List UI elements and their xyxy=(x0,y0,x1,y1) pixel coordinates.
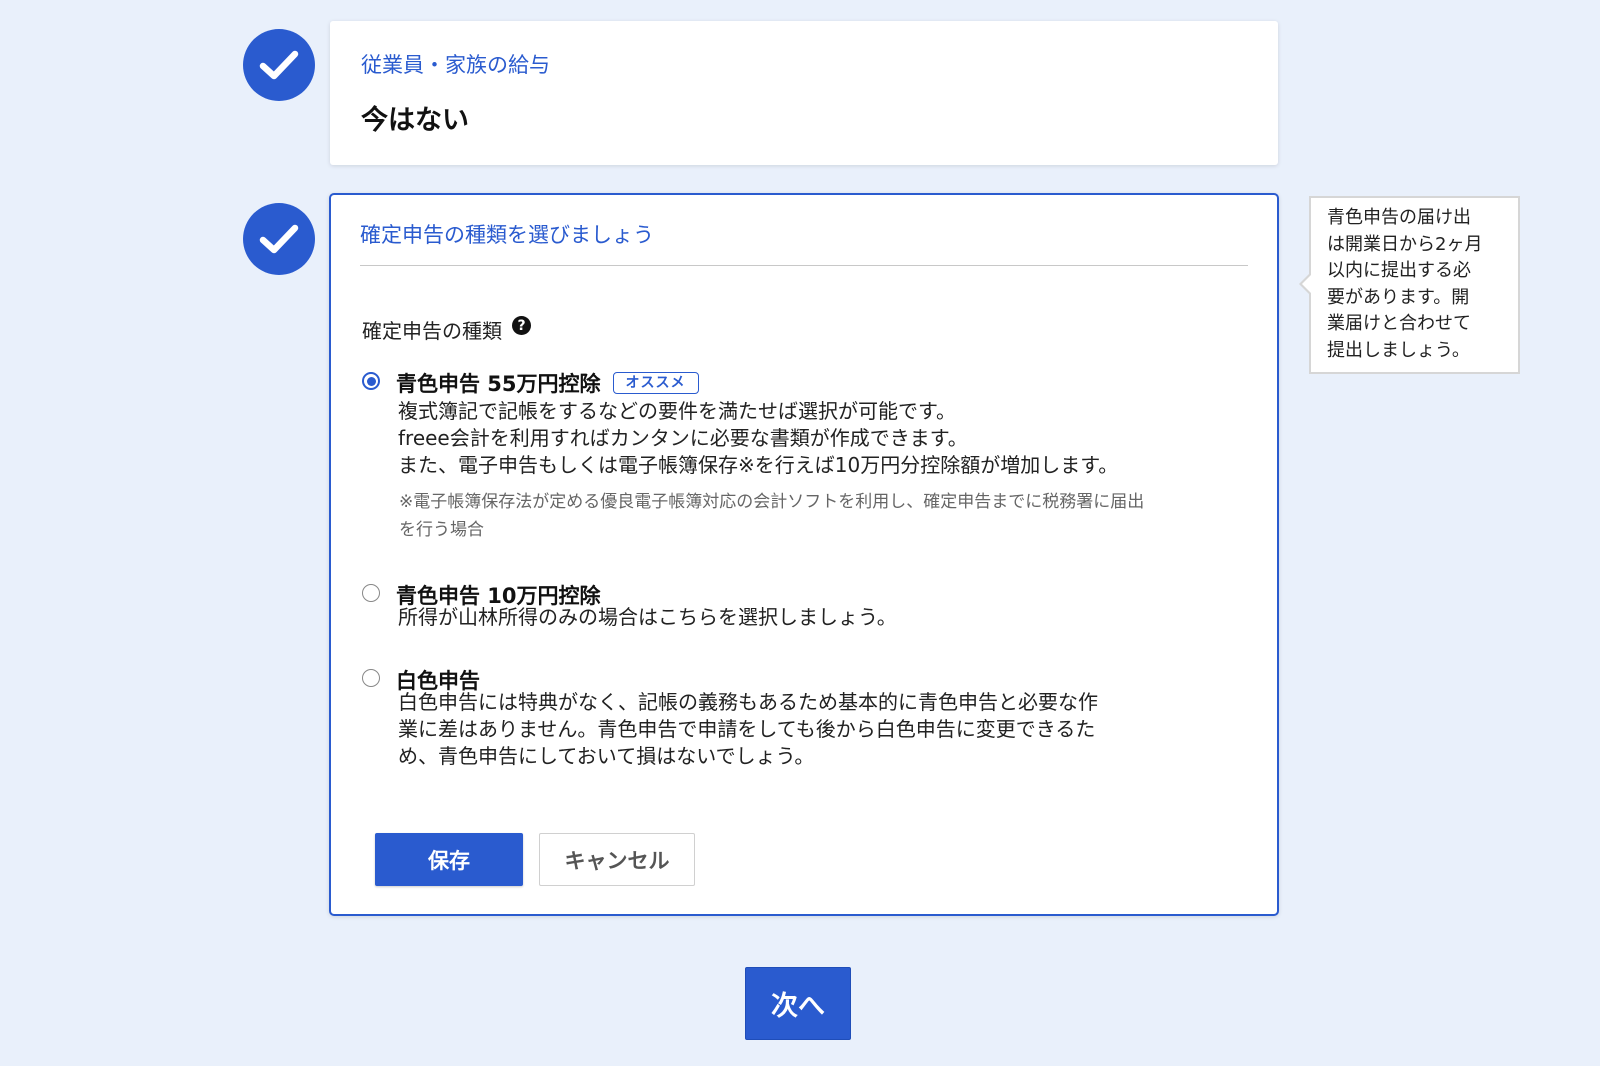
info-tooltip: 青色申告の届け出 は開業日から2ヶ月 以内に提出する必 要があります。開 業届け… xyxy=(1299,196,1520,374)
filing-type-label-text: 確定申告の種類 xyxy=(362,319,502,343)
option-footnote: ※電子帳簿保存法が定める優良電子帳簿対応の会計ソフトを利用し、確定申告までに税務… xyxy=(399,488,1144,544)
description-line: freee会計を利用すればカンタンに必要な書類が作成できます。 xyxy=(398,426,968,450)
step1-label: 従業員・家族の給与 xyxy=(361,53,550,77)
option-title: 青色申告 55万円控除 オススメ xyxy=(396,368,699,398)
step1-value: 今はない xyxy=(361,105,469,136)
description-line: め、青色申告にしておいて損はないでしょう。 xyxy=(398,744,815,768)
tooltip-line: 以内に提出する必 xyxy=(1327,260,1471,281)
step2-card: 確定申告の種類を選びましょう 確定申告の種類 ? 青色申告 55万円控除 オスス… xyxy=(329,193,1279,916)
tooltip-line: 業届けと合わせて xyxy=(1327,313,1471,334)
next-button[interactable]: 次へ xyxy=(745,967,851,1040)
save-button[interactable]: 保存 xyxy=(375,833,523,886)
description-line: 白色申告には特典がなく、記帳の義務もあるため基本的に青色申告と必要な作 xyxy=(398,690,1098,714)
radio-blue-55[interactable] xyxy=(362,372,380,390)
step2-check-icon xyxy=(243,203,315,275)
cancel-button[interactable]: キャンセル xyxy=(539,833,695,886)
option-title-text: 青色申告 55万円控除 xyxy=(396,372,601,396)
option-description: 白色申告には特典がなく、記帳の義務もあるため基本的に青色申告と必要な作 業に差は… xyxy=(398,689,1098,770)
radio-white[interactable] xyxy=(362,669,380,687)
description-line: 所得が山林所得のみの場合はこちらを選択しましょう。 xyxy=(398,605,897,629)
filing-type-label: 確定申告の種類 ? xyxy=(362,315,531,344)
step1-check-icon xyxy=(243,29,315,101)
divider xyxy=(360,265,1248,266)
option-description: 所得が山林所得のみの場合はこちらを選択しましょう。 xyxy=(398,604,897,631)
tooltip-line: 青色申告の届け出 xyxy=(1327,207,1471,228)
recommended-badge: オススメ xyxy=(612,372,699,394)
footnote-line: を行う場合 xyxy=(399,520,484,540)
footnote-line: ※電子帳簿保存法が定める優良電子帳簿対応の会計ソフトを利用し、確定申告までに税務… xyxy=(399,492,1145,512)
help-icon[interactable]: ? xyxy=(512,316,531,335)
option-description: 複式簿記で記帳をするなどの要件を満たせば選択が可能です。 freee会計を利用す… xyxy=(398,398,1118,479)
description-line: 業に差はありません。青色申告で申請をしても後から白色申告に変更できるた xyxy=(398,717,1096,741)
step1-card[interactable]: 従業員・家族の給与 今はない xyxy=(330,21,1278,165)
step2-heading: 確定申告の種類を選びましょう xyxy=(360,223,654,247)
description-line: 複式簿記で記帳をするなどの要件を満たせば選択が可能です。 xyxy=(398,399,956,423)
tooltip-line: 提出しましょう。 xyxy=(1327,339,1470,361)
tooltip-line: は開業日から2ヶ月 xyxy=(1327,233,1483,255)
tooltip-line: 要があります。開 xyxy=(1327,286,1470,308)
description-line: また、電子申告もしくは電子帳簿保存※を行えば10万円分控除額が増加します。 xyxy=(398,453,1119,477)
radio-blue-10[interactable] xyxy=(362,584,380,602)
